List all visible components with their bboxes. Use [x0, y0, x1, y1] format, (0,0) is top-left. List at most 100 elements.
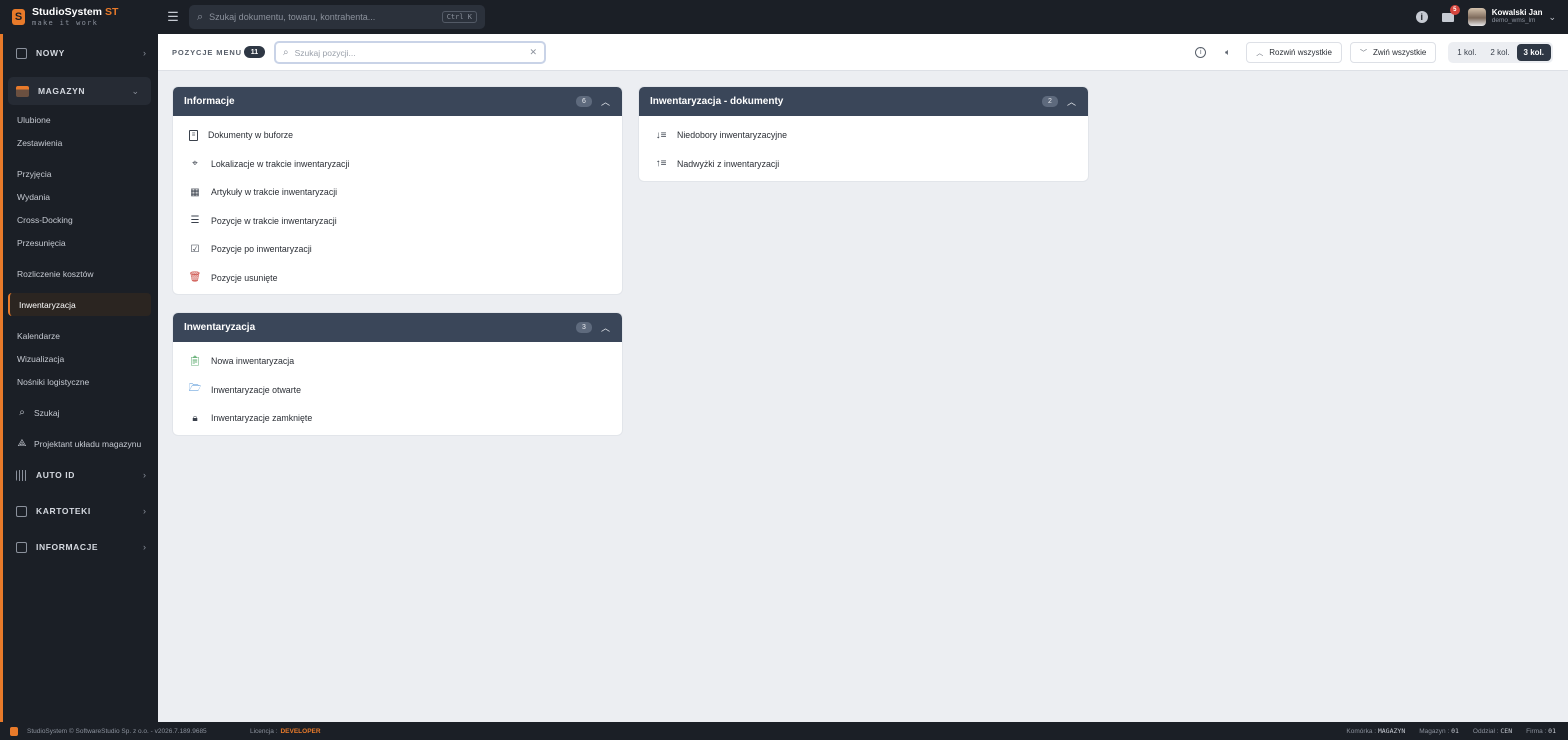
brand-suffix: ST — [105, 6, 119, 19]
oddzial-value: CEN — [1500, 727, 1513, 735]
chevron-down-icon: ﹀ — [1359, 49, 1367, 57]
sidebar-section-kartoteki[interactable]: KARTOTEKI › — [3, 493, 158, 529]
top-bar: S StudioSystemST make it work ☰ ⌕ Ctrl K… — [0, 0, 1568, 34]
menu-row-label: Nadwyżki z inwentaryzacji — [677, 158, 780, 169]
global-search[interactable]: ⌕ Ctrl K — [189, 5, 485, 29]
chevron-up-icon[interactable]: ︿ — [1067, 95, 1076, 108]
card-header[interactable]: Inwentaryzacja - dokumenty 2 ︿ — [639, 87, 1088, 116]
sidebar-item-wizualizacja[interactable]: Wizualizacja — [3, 347, 158, 370]
menu-row-label: Pozycje w trakcie inwentaryzacji — [211, 215, 337, 226]
card-count-badge: 6 — [575, 96, 592, 107]
expand-all-button[interactable]: ︿ Rozwiń wszystkie — [1246, 42, 1342, 63]
user-menu[interactable]: Kowalski Jan demo_wms_lm ⌄ — [1467, 8, 1556, 26]
sidebar-item-rozliczenie-kosztow[interactable]: Rozliczenie kosztów — [3, 262, 158, 285]
sort-descending-icon: ↓≡ — [655, 129, 667, 141]
menu-row[interactable]: ↑≡ Nadwyżki z inwentaryzacji — [639, 150, 1088, 179]
magazyn-label: Magazyn : — [1419, 728, 1450, 735]
clear-icon[interactable]: ✕ — [529, 47, 537, 58]
sidebar-item-przesuniecia[interactable]: Przesunięcia — [3, 231, 158, 254]
info-button[interactable]: i — [1190, 42, 1211, 63]
menu-row[interactable]: 🗑︎ Pozycje usunięte — [173, 264, 622, 293]
menu-row-label: Dokumenty w buforze — [208, 130, 294, 141]
card-title: Informacje — [184, 96, 235, 107]
menu-row[interactable]: ≡ Dokumenty w buforze — [173, 121, 622, 150]
document-icon: ≡ — [189, 129, 198, 141]
card-count-badge: 3 — [575, 322, 592, 333]
sidebar-item-cross-docking[interactable]: Cross-Docking — [3, 208, 158, 231]
sidebar-item-nosniki[interactable]: Nośniki logistyczne — [3, 370, 158, 393]
menu-row[interactable]: ↓≡ Niedobory inwentaryzacyjne — [639, 121, 1088, 150]
brand-name: StudioSystem — [32, 6, 103, 19]
chevron-down-icon: ⌄ — [1548, 11, 1556, 22]
user-login: demo_wms_lm — [1491, 16, 1536, 24]
komorka-value: MAGAZYN — [1377, 727, 1406, 735]
card-count-badge: 2 — [1041, 96, 1058, 107]
avatar — [1467, 8, 1486, 26]
menu-row-label: Inwentaryzacje zamknięte — [211, 413, 313, 424]
card-header[interactable]: Informacje 6 ︿ — [173, 87, 622, 116]
menu-row-label: Niedobory inwentaryzacyjne — [677, 130, 788, 141]
messages-badge: 5 — [1449, 4, 1460, 15]
menu-row[interactable]: ▦ Artykuły w trakcie inwentaryzacji — [173, 178, 622, 207]
sidebar-item-inwentaryzacja[interactable]: Inwentaryzacja — [8, 293, 151, 316]
lock-icon: 🔒︎ — [192, 412, 198, 424]
card-title: Inwentaryzacja - dokumenty — [650, 96, 784, 107]
sidebar-section-magazyn[interactable]: MAGAZYN ⌄ — [8, 77, 151, 105]
menu-row[interactable]: ☑ Pozycje po inwentaryzacji — [173, 235, 622, 264]
checklist-icon: ☰ — [190, 215, 200, 227]
sidebar-item-ulubione[interactable]: Ulubione — [3, 108, 158, 131]
locations-icon: ⌖ — [192, 158, 198, 170]
document-icon — [16, 541, 27, 553]
menu-search[interactable]: ⌕ ✕ — [274, 41, 546, 64]
global-search-input[interactable] — [209, 12, 436, 22]
sidebar-section-informacje[interactable]: INFORMACJE › — [3, 529, 158, 565]
columns-1-button[interactable]: 1 kol. — [1450, 44, 1483, 61]
sidebar-item-label: Projektant układu magazynu — [34, 438, 142, 449]
menu-row[interactable]: ☰ Pozycje w trakcie inwentaryzacji — [173, 207, 622, 236]
folder-open-icon: 🗁︎ — [188, 383, 202, 395]
firma-info: Firma : 01 — [1526, 727, 1556, 735]
info-icon: i — [1195, 47, 1207, 58]
brand-logo-icon — [10, 726, 18, 736]
menu-search-input[interactable] — [294, 47, 524, 58]
brand-tagline: make it work — [32, 18, 99, 27]
menu-row[interactable]: 📋︎ Nowa inwentaryzacja — [173, 347, 622, 376]
license-info: Licencja : DEVELOPER — [250, 728, 321, 735]
brand[interactable]: S StudioSystem ST make it work — [0, 0, 158, 34]
menu-row[interactable]: 🗁︎ Inwentaryzacje otwarte — [173, 376, 622, 405]
collapse-all-button[interactable]: ﹀ Zwiń wszystkie — [1349, 42, 1437, 63]
card-header[interactable]: Inwentaryzacja 3 ︿ — [173, 313, 622, 342]
komorka-info: Komórka : MAGAZYN — [1346, 727, 1405, 735]
sidebar-item-przyjecia[interactable]: Przyjęcia — [3, 162, 158, 185]
search-icon: ⌕ — [283, 47, 289, 58]
card-informacje: Informacje 6 ︿ ≡ Dokumenty w buforze ⌖ L… — [173, 87, 622, 294]
columns-3-button[interactable]: 3 kol. — [1516, 44, 1551, 61]
checkbox-icon: ☑ — [190, 243, 200, 255]
columns-switch: 1 kol. 2 kol. 3 kol. — [1448, 42, 1553, 63]
columns-2-button[interactable]: 2 kol. — [1483, 44, 1516, 61]
info-icon[interactable]: i — [1415, 11, 1428, 23]
menu-row-label: Inwentaryzacje otwarte — [211, 384, 301, 395]
chevron-up-icon[interactable]: ︿ — [601, 321, 610, 334]
firma-value: 01 — [1548, 727, 1556, 735]
sidebar-item-label: Szukaj — [34, 407, 60, 418]
menu-row[interactable]: ⌖ Lokalizacje w trakcie inwentaryzacji — [173, 150, 622, 179]
mail-icon[interactable]: 5 — [1441, 4, 1460, 22]
sidebar-section-nowy[interactable]: NOWY › — [3, 35, 158, 71]
boxes-icon: ▦ — [190, 186, 200, 198]
sidebar: NOWY › MAGAZYN ⌄ Ulubione Zestawienia Pr… — [0, 34, 158, 722]
sound-button[interactable]: 🔈︎ — [1217, 42, 1238, 63]
firma-label: Firma : — [1526, 728, 1547, 735]
chevron-right-icon: › — [143, 506, 146, 516]
sidebar-item-wydania[interactable]: Wydania — [3, 185, 158, 208]
sidebar-item-projektant[interactable]: ⟁ Projektant układu magazynu — [3, 432, 158, 455]
menu-toggle-icon[interactable]: ☰ — [167, 10, 179, 24]
chevron-up-icon: ︿ — [1256, 49, 1264, 57]
sidebar-item-kalendarze[interactable]: Kalendarze — [3, 324, 158, 347]
sort-ascending-icon: ↑≡ — [655, 158, 667, 170]
sidebar-section-auto-id[interactable]: AUTO ID › — [3, 457, 158, 493]
menu-row[interactable]: 🔒︎ Inwentaryzacje zamknięte — [173, 404, 622, 433]
chevron-up-icon[interactable]: ︿ — [601, 95, 610, 108]
sidebar-item-szukaj[interactable]: ⌕ Szukaj — [3, 401, 158, 424]
sidebar-item-zestawienia[interactable]: Zestawienia — [3, 131, 158, 154]
